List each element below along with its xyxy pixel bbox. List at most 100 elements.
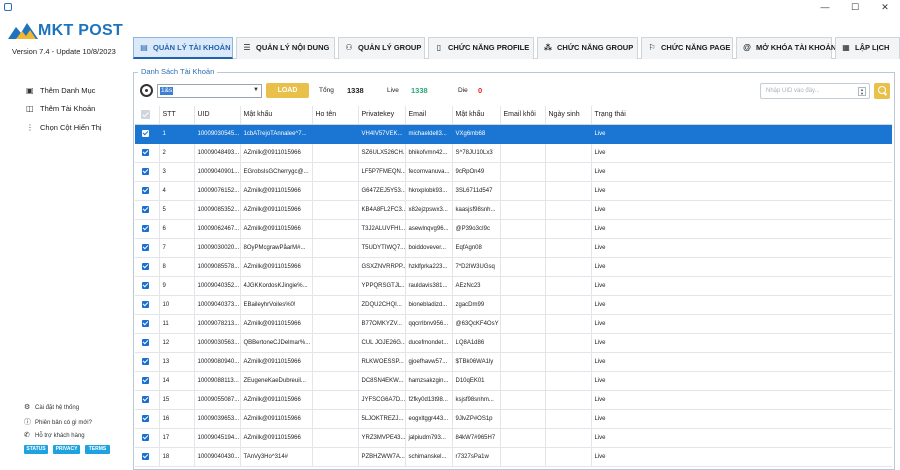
column-header[interactable]: Email khôi: [500, 106, 546, 125]
table-cell: [545, 409, 592, 429]
sidebar-item-add-account[interactable]: ◫ Thêm Tài Khoản: [26, 104, 95, 113]
select-all-checkbox[interactable]: [135, 106, 160, 125]
table-cell: [545, 162, 592, 182]
row-checkbox[interactable]: [135, 409, 160, 429]
table-cell: [500, 314, 546, 334]
column-header[interactable]: STT: [159, 106, 195, 125]
category-select[interactable]: 1&s ▼: [157, 84, 262, 98]
tab-unlock-account[interactable]: @ MỞ KHÓA TÀI KHOẢN: [736, 37, 836, 59]
document-icon: ▯: [436, 43, 442, 52]
terms-badge[interactable]: TERMS: [85, 445, 110, 454]
row-checkbox[interactable]: [135, 200, 160, 220]
table-row[interactable]: 1 10009030545... 1cbATrejoTAnnalee^7... VH4…: [135, 124, 892, 144]
column-header[interactable]: Ngày sinh: [545, 106, 592, 125]
row-checkbox[interactable]: [135, 238, 160, 258]
tab-content-management[interactable]: ☰ QUẢN LÝ NỘI DUNG: [236, 37, 335, 59]
table-row[interactable]: 3 10009040901... EGrobsIsGCherrygc@... LF5P…: [135, 162, 892, 182]
column-header[interactable]: Email: [405, 106, 453, 125]
gear-icon: ⚙: [24, 404, 31, 411]
table-row[interactable]: 7 10009030020... 8OyPMcgrawPåarM#... T5UDYT…: [135, 238, 892, 258]
info-icon: ⓘ: [24, 419, 31, 426]
maximize-button[interactable]: ☐: [840, 0, 870, 14]
spinner-icon[interactable]: ▲ ▼: [858, 87, 866, 96]
uid-search-input[interactable]: Nhập UID vào đây... ▲ ▼: [760, 83, 870, 99]
table-row[interactable]: 2 10009048493... AZmilk@0911015966 SZ6ULX52…: [135, 143, 892, 163]
sidebar-item-add-category[interactable]: ▣ Thêm Danh Mục: [26, 86, 95, 95]
row-checkbox[interactable]: [135, 257, 160, 277]
table-cell: D10qEK01: [452, 371, 501, 391]
row-checkbox[interactable]: [135, 333, 160, 353]
table-cell: [545, 333, 592, 353]
load-button[interactable]: LOAD: [266, 83, 309, 98]
table-row[interactable]: 18 10009040430... TAnVy3Ho^314# PZBHZWW7A..…: [135, 447, 892, 467]
row-checkbox[interactable]: [135, 276, 160, 296]
tab-page-functions[interactable]: ⚐ CHỨC NĂNG PAGE: [641, 37, 733, 59]
customer-support-link[interactable]: ✆ Hỗ trợ khách hàng: [24, 431, 85, 439]
table-row[interactable]: 17 10009045194... AZmilk@0911015966 YRZ3MVP…: [135, 428, 892, 448]
sidebar-item-choose-columns[interactable]: ⋮ Chọn Cột Hiển Thị: [26, 123, 102, 132]
row-checkbox[interactable]: [135, 162, 160, 182]
tab-profile-functions[interactable]: ▯ CHỨC NĂNG PROFILE: [428, 37, 534, 59]
table-cell: f2fky0d13t98...: [405, 390, 453, 410]
table-row[interactable]: 5 10009085352... AZmilk@0911015966 KB4A8FL2…: [135, 200, 892, 220]
whats-new-link[interactable]: ⓘ Phiên bản có gì mới?: [24, 417, 92, 427]
system-settings-link[interactable]: ⚙ Cài đặt hệ thống: [24, 403, 79, 411]
table-cell: gjoefhavw57...: [405, 352, 453, 372]
row-checkbox[interactable]: [135, 390, 160, 410]
column-header[interactable]: Mật khẩu: [240, 106, 313, 125]
row-checkbox[interactable]: [135, 181, 160, 201]
table-cell: 10009030020...: [194, 238, 241, 258]
table-row[interactable]: 16 10009039653... AZmilk@0911015966 5LJOKTR…: [135, 409, 892, 429]
table-row[interactable]: 15 10009055087... AZmilk@0911015966 JYFSCG6…: [135, 390, 892, 410]
table-row[interactable]: 13 10009080940... AZmilk@0911015966 RLKWOES…: [135, 352, 892, 372]
table-row[interactable]: 12 10009030563... QBBertoneCJDelmar%... CUL…: [135, 333, 892, 353]
row-checkbox[interactable]: [135, 219, 160, 239]
table-row[interactable]: 14 10009088113... ZEugeneKaeDubreuil... DC8…: [135, 371, 892, 391]
column-header[interactable]: UID: [194, 106, 241, 125]
table-row[interactable]: 10 10009040373... EBaileyhrVoiles%0! ZDQU2C…: [135, 295, 892, 315]
column-header[interactable]: Mật khẩu: [452, 106, 501, 125]
table-cell: Live: [591, 390, 892, 410]
table-row[interactable]: 11 10009078213... AZmilk@0911015966 B77OMKY…: [135, 314, 892, 334]
table-cell: AZmilk@0911015966: [240, 219, 313, 239]
refresh-icon[interactable]: [140, 84, 153, 97]
table-cell: fecornvanuva...: [405, 162, 453, 182]
table-row[interactable]: 4 10009076152... AZmilk@0911015966 G647ZEJ5…: [135, 181, 892, 201]
table-cell: [500, 409, 546, 429]
column-header[interactable]: Ho tên: [312, 106, 359, 125]
table-row[interactable]: 6 10009062467... AZmilk@0911015966 T3J2ALUV…: [135, 219, 892, 239]
status-badge[interactable]: STATUS: [24, 445, 48, 454]
column-header[interactable]: Privatekey: [358, 106, 406, 125]
table-row[interactable]: 9 10009040352... 4JGKKordosKJingie%... YPPQ…: [135, 276, 892, 296]
id-card-icon: ▤: [140, 43, 148, 52]
table-cell: 1: [159, 124, 195, 144]
row-checkbox[interactable]: [135, 371, 160, 391]
close-button[interactable]: ✕: [870, 0, 900, 14]
row-checkbox[interactable]: [135, 352, 160, 372]
tab-schedule[interactable]: ▦ LẬP LỊCH: [835, 37, 900, 59]
row-checkbox[interactable]: [135, 295, 160, 315]
tab-group-management[interactable]: ⚇ QUẢN LÝ GROUP: [338, 37, 425, 59]
row-checkbox[interactable]: [135, 143, 160, 163]
search-button[interactable]: [874, 83, 890, 99]
table-row[interactable]: 8 10009085578... AZmilk@0911015966 GSXZNVRR…: [135, 257, 892, 277]
row-checkbox[interactable]: [135, 124, 160, 144]
privacy-badge[interactable]: PRIVACY: [53, 445, 80, 454]
row-checkbox[interactable]: [135, 428, 160, 448]
table-cell: [312, 219, 359, 239]
checkbox-checked-icon: [142, 281, 149, 289]
table-cell: 9JlvZP#OS1p: [452, 409, 501, 429]
table-cell: [545, 295, 592, 315]
row-checkbox[interactable]: [135, 314, 160, 334]
tab-account-management[interactable]: ▤ QUẢN LÝ TÀI KHOẢN: [133, 37, 233, 59]
row-checkbox[interactable]: [135, 447, 160, 467]
table-cell: Live: [591, 333, 892, 353]
table-cell: Live: [591, 371, 892, 391]
checkbox-checked-icon: [142, 224, 149, 232]
column-header[interactable]: Trạng thái: [591, 106, 892, 125]
table-cell: AZmilk@0911015966: [240, 428, 313, 448]
category-selected-value: 1&s: [160, 87, 174, 95]
table-cell: bionebladizd...: [405, 295, 453, 315]
tab-group-functions[interactable]: ⁂ CHỨC NĂNG GROUP: [537, 37, 638, 59]
minimize-button[interactable]: —: [810, 0, 840, 14]
